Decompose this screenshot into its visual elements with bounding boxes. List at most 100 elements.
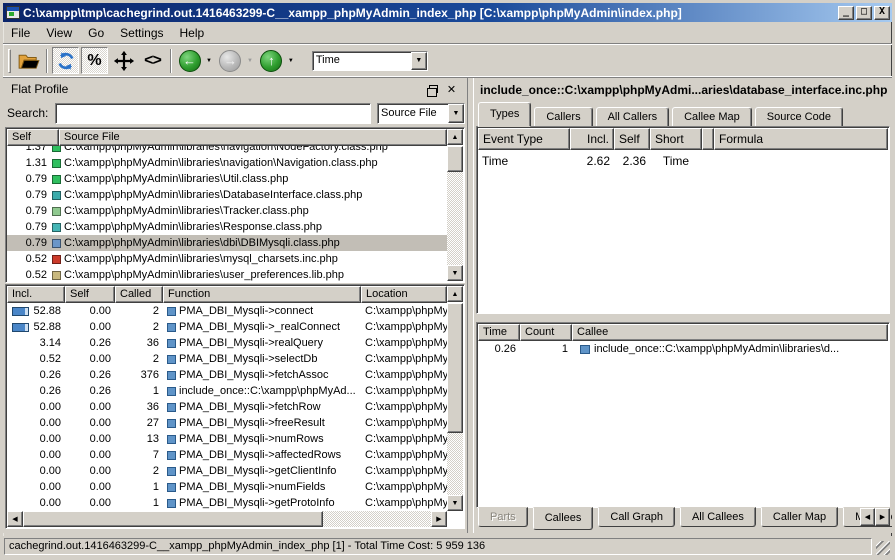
function-row[interactable]: 0.260.261include_once::C:\xampp\phpMyAd.… <box>7 383 447 399</box>
file-list-rows: 1.37C:\xampp\phpMyAdmin\libraries\naviga… <box>7 146 447 281</box>
refresh-button[interactable] <box>52 47 79 74</box>
col-incl[interactable]: Incl. <box>570 128 614 150</box>
col-self[interactable]: Self <box>614 128 650 150</box>
group-by-combobox[interactable]: Source File ▼ <box>377 103 465 124</box>
back-button[interactable]: ← <box>176 47 203 74</box>
cycle-detection-button[interactable]: <> <box>139 47 166 74</box>
file-row[interactable]: 1.37C:\xampp\phpMyAdmin\libraries\naviga… <box>7 146 447 155</box>
function-table-vscrollbar[interactable] <box>447 303 463 495</box>
scroll-down-icon[interactable]: ▼ <box>447 265 463 281</box>
up-button[interactable]: ↑ <box>258 47 285 74</box>
maximize-button[interactable]: □ <box>856 6 872 20</box>
col-count[interactable]: Count <box>520 324 572 341</box>
event-type-row[interactable]: Time2.622.36Time <box>478 153 888 170</box>
float-panel-icon[interactable] <box>426 82 441 96</box>
expand-areas-button[interactable] <box>110 47 137 74</box>
file-color-icon <box>52 239 61 248</box>
toolbar-grip[interactable] <box>8 49 11 73</box>
menu-view[interactable]: View <box>38 24 80 42</box>
status-text: cachegrind.out.1416463299-C__xampp_phpMy… <box>4 538 872 555</box>
col-called[interactable]: Called <box>115 286 163 303</box>
tab-callee-map[interactable]: Callee Map <box>672 107 752 127</box>
tab-types[interactable]: Types <box>478 102 531 127</box>
file-row[interactable]: 0.79C:\xampp\phpMyAdmin\libraries\Tracke… <box>7 203 447 219</box>
forward-dropdown-caret[interactable]: ▼ <box>247 58 253 64</box>
close-button[interactable]: X <box>874 6 890 20</box>
tab-source-code[interactable]: Source Code <box>755 107 843 127</box>
panel-splitter[interactable] <box>467 78 474 533</box>
scrollbar-thumb[interactable] <box>23 511 323 527</box>
col-short[interactable]: Short <box>650 128 702 150</box>
file-row[interactable]: 0.79C:\xampp\phpMyAdmin\libraries\Util.c… <box>7 171 447 187</box>
function-row[interactable]: 0.000.007PMA_DBI_Mysqli->affectedRowsC:\… <box>7 447 447 463</box>
file-row[interactable]: 0.79C:\xampp\phpMyAdmin\libraries\Respon… <box>7 219 447 235</box>
col-callee[interactable]: Callee <box>572 324 888 341</box>
menu-go[interactable]: Go <box>80 24 112 42</box>
scrollbar-thumb[interactable] <box>447 146 463 172</box>
col-function[interactable]: Function <box>163 286 361 303</box>
col-event-type[interactable]: Event Type <box>478 128 570 150</box>
menu-settings[interactable]: Settings <box>112 24 171 42</box>
scroll-right-icon[interactable]: ▶ <box>431 511 447 527</box>
function-row[interactable]: 3.140.2636PMA_DBI_Mysqli->realQueryC:\xa… <box>7 335 447 351</box>
col-time[interactable]: Time <box>478 324 520 341</box>
function-row[interactable]: 52.880.002PMA_DBI_Mysqli->connectC:\xamp… <box>7 303 447 319</box>
col-location[interactable]: Location <box>361 286 447 303</box>
title-bar[interactable]: C:\xampp\tmp\cachegrind.out.1416463299-C… <box>3 3 892 22</box>
tabs-scroll-left-icon[interactable]: ◀ <box>860 508 875 526</box>
status-bar: cachegrind.out.1416463299-C__xampp_phpMy… <box>3 536 892 557</box>
file-row[interactable]: 0.79C:\xampp\phpMyAdmin\libraries\Databa… <box>7 187 447 203</box>
tab-callers[interactable]: Callers <box>534 107 592 127</box>
tab-all-callees[interactable]: All Callees <box>680 507 756 527</box>
search-input[interactable] <box>55 103 371 124</box>
col-self[interactable]: Self <box>7 129 59 146</box>
callee-row[interactable]: 0.261include_once::C:\xampp\phpMyAdmin\l… <box>478 341 888 357</box>
function-row[interactable]: 0.000.001PMA_DBI_Mysqli->numFieldsC:\xam… <box>7 479 447 495</box>
function-row[interactable]: 52.880.002PMA_DBI_Mysqli->_realConnectC:… <box>7 319 447 335</box>
col-spacer[interactable] <box>702 128 714 150</box>
relative-percent-button[interactable]: % <box>81 47 108 74</box>
function-row[interactable]: 0.000.0036PMA_DBI_Mysqli->fetchRowC:\xam… <box>7 399 447 415</box>
tab-call-graph[interactable]: Call Graph <box>598 507 675 527</box>
function-row[interactable]: 0.000.0013PMA_DBI_Mysqli->numRowsC:\xamp… <box>7 431 447 447</box>
function-row[interactable]: 0.000.0027PMA_DBI_Mysqli->freeResultC:\x… <box>7 415 447 431</box>
event-type-combobox[interactable]: Time ▼ <box>312 51 428 71</box>
file-row[interactable]: 1.31C:\xampp\phpMyAdmin\libraries\naviga… <box>7 155 447 171</box>
chevron-down-icon[interactable]: ▼ <box>411 52 427 70</box>
col-formula[interactable]: Formula <box>714 128 888 150</box>
col-source-file[interactable]: Source File <box>59 129 447 146</box>
function-table-hscrollbar[interactable]: ◀ ▶ <box>7 511 447 527</box>
back-dropdown-caret[interactable]: ▼ <box>206 58 212 64</box>
open-file-button[interactable] <box>15 47 42 74</box>
col-incl[interactable]: Incl. <box>7 286 65 303</box>
scroll-down-icon[interactable]: ▼ <box>447 495 463 511</box>
tab-all-callers[interactable]: All Callers <box>596 107 670 127</box>
up-dropdown-caret[interactable]: ▼ <box>288 58 294 64</box>
file-row[interactable]: 0.52C:\xampp\phpMyAdmin\libraries\user_p… <box>7 267 447 281</box>
file-row[interactable]: 0.79C:\xampp\phpMyAdmin\libraries\dbi\DB… <box>7 235 447 251</box>
function-row[interactable]: 0.260.26376PMA_DBI_Mysqli->fetchAssocC:\… <box>7 367 447 383</box>
scroll-up-icon[interactable]: ▲ <box>447 129 463 145</box>
chevron-down-icon[interactable]: ▼ <box>448 104 464 123</box>
scrollbar-thumb[interactable] <box>447 303 463 433</box>
menu-file[interactable]: File <box>3 24 38 42</box>
function-row[interactable]: 0.520.002PMA_DBI_Mysqli->selectDbC:\xamp… <box>7 351 447 367</box>
function-row[interactable]: 0.000.001PMA_DBI_Mysqli->getProtoInfoC:\… <box>7 495 447 511</box>
resize-grip[interactable] <box>876 541 890 555</box>
file-list-vscrollbar[interactable] <box>447 146 463 265</box>
tab-callees[interactable]: Callees <box>533 507 594 530</box>
file-color-icon <box>52 207 61 216</box>
tabs-scroll-right-icon[interactable]: ▶ <box>875 508 890 526</box>
menu-help[interactable]: Help <box>172 24 213 42</box>
col-self[interactable]: Self <box>65 286 115 303</box>
close-panel-icon[interactable]: ✕ <box>444 82 459 96</box>
function-row[interactable]: 0.000.002PMA_DBI_Mysqli->getClientInfoC:… <box>7 463 447 479</box>
function-icon <box>167 403 176 412</box>
scroll-left-icon[interactable]: ◀ <box>7 511 23 527</box>
tab-caller-map[interactable]: Caller Map <box>761 507 838 527</box>
file-row[interactable]: 0.52C:\xampp\phpMyAdmin\libraries\mysql_… <box>7 251 447 267</box>
scroll-up-icon[interactable]: ▲ <box>447 286 463 302</box>
minimize-button[interactable]: _ <box>838 6 854 20</box>
forward-button[interactable]: → <box>217 47 244 74</box>
function-icon <box>167 371 176 380</box>
